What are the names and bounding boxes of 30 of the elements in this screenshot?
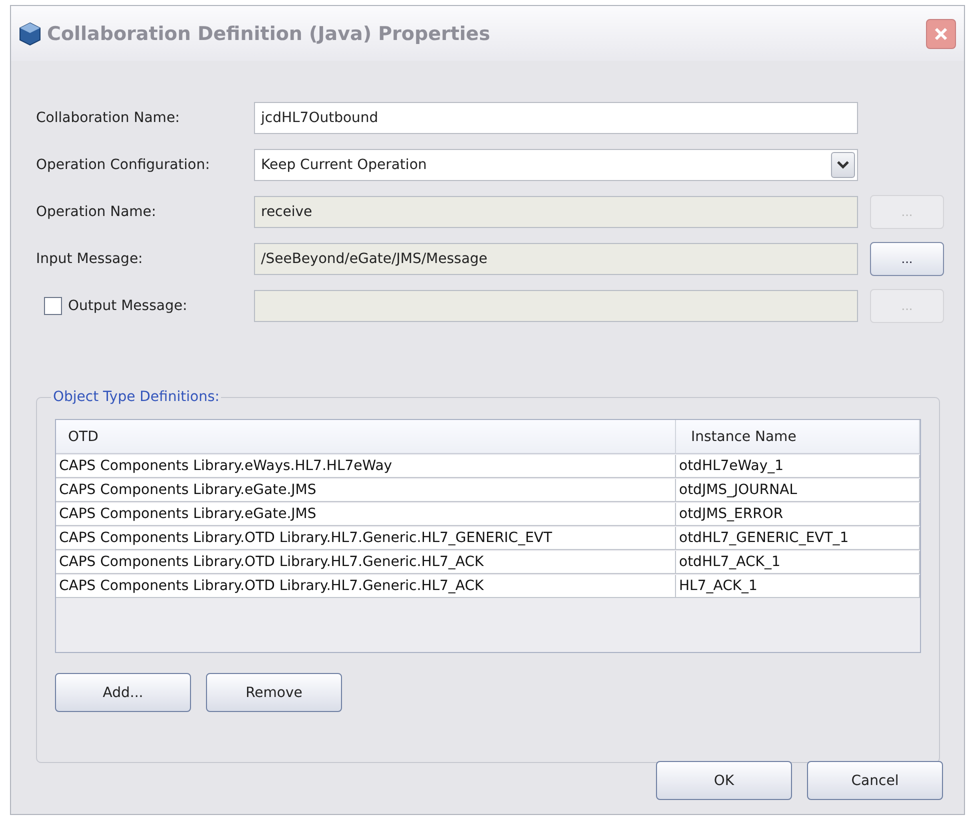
table-cell: otdHL7_GENERIC_EVT_1 (676, 527, 920, 550)
table-cell: CAPS Components Library.eGate.JMS (56, 503, 676, 526)
cube-icon (19, 22, 41, 46)
close-button[interactable] (926, 18, 956, 48)
text-field[interactable]: jcdHL7Outbound (254, 102, 858, 134)
field-label: Collaboration Name: (36, 110, 181, 126)
dialog-button[interactable]: Cancel (807, 761, 943, 800)
field-label: Operation Configuration: (36, 156, 211, 172)
group-button[interactable]: Add... (55, 673, 191, 712)
column-header[interactable]: OTD (56, 420, 676, 454)
table-cell: HL7_ACK_1 (676, 575, 920, 598)
table-cell: CAPS Components Library.eGate.JMS (56, 479, 676, 502)
close-icon (933, 26, 949, 42)
table-cell: otdJMS_JOURNAL (676, 479, 920, 502)
column-header[interactable]: Instance Name (676, 420, 920, 454)
table-cell: CAPS Components Library.OTD Library.HL7.Generic.HL7_ACK (56, 551, 676, 574)
table-cell: CAPS Components Library.OTD Library.HL7.Generic.HL7_GENERIC_EVT (56, 527, 676, 550)
field-label: Input Message: (36, 250, 144, 266)
table-cell: otdJMS_ERROR (676, 503, 920, 526)
group-button[interactable]: Remove (206, 673, 342, 712)
field-label: Output Message: (68, 298, 188, 314)
dialog-button[interactable]: OK (656, 761, 792, 800)
table-cell: CAPS Components Library.OTD Library.HL7.Generic.HL7_ACK (56, 575, 676, 598)
dropdown-field[interactable]: Keep Current Operation (254, 148, 858, 180)
table-cell: otdHL7_ACK_1 (676, 551, 920, 574)
table-cell: otdHL7eWay_1 (676, 455, 920, 478)
window-title: Collaboration Definition (Java) Properties (47, 22, 492, 44)
group-title: Object Type Definitions: (52, 389, 220, 405)
table-cell: CAPS Components Library.eWays.HL7.HL7eWay (56, 455, 676, 478)
field-label: Operation Name: (36, 204, 158, 220)
